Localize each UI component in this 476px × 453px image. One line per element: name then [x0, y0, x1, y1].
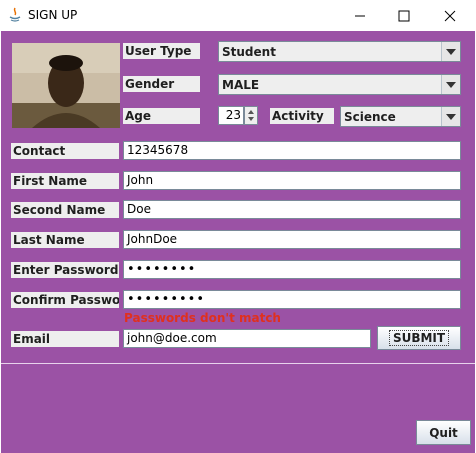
- profile-photo-image: [12, 43, 120, 128]
- gender-value: MALE: [222, 78, 260, 92]
- last-name-label: Last Name: [11, 232, 119, 248]
- gender-select[interactable]: MALE: [218, 74, 461, 95]
- maximize-button[interactable]: [382, 0, 426, 31]
- quit-button[interactable]: Quit: [416, 420, 471, 445]
- minimize-icon: [355, 15, 365, 16]
- email-field[interactable]: john@doe.com: [123, 329, 371, 348]
- submit-button-label: SUBMIT: [388, 330, 450, 346]
- java-app-icon: [9, 7, 21, 22]
- first-name-field[interactable]: John: [123, 171, 461, 190]
- confirm-password-field[interactable]: •••••••••: [123, 290, 461, 309]
- signup-panel: User Type Student Gender MALE Age 23 Act…: [1, 31, 475, 453]
- first-name-label: First Name: [11, 173, 119, 189]
- user-type-select[interactable]: Student: [218, 41, 461, 62]
- chevron-down-icon[interactable]: [441, 75, 460, 94]
- submit-button[interactable]: SUBMIT: [377, 326, 461, 350]
- chevron-down-icon[interactable]: [441, 42, 460, 61]
- gender-label: Gender: [123, 76, 200, 92]
- enter-password-field[interactable]: ••••••••: [123, 260, 461, 279]
- divider: [1, 363, 475, 364]
- activity-value: Science: [344, 110, 396, 124]
- chevron-down-icon[interactable]: [441, 107, 460, 126]
- window-title: SIGN UP: [28, 8, 78, 22]
- second-name-label: Second Name: [11, 202, 119, 218]
- confirm-password-label: Confirm Password: [11, 292, 119, 308]
- maximize-icon: [398, 10, 410, 21]
- email-label: Email: [11, 331, 119, 347]
- title-bar: SIGN UP: [0, 0, 476, 31]
- user-type-value: Student: [222, 45, 276, 59]
- age-spinner[interactable]: [244, 106, 258, 125]
- second-name-field[interactable]: Doe: [123, 200, 461, 219]
- close-icon: [444, 10, 456, 21]
- user-type-label: User Type: [123, 43, 200, 59]
- enter-password-label: Enter Password: [11, 262, 119, 278]
- spinner-arrows-icon[interactable]: [245, 107, 257, 124]
- activity-label: Activity: [270, 108, 334, 124]
- activity-select[interactable]: Science: [340, 106, 461, 127]
- password-error-message: Passwords don't match: [124, 311, 281, 325]
- contact-label: Contact: [11, 143, 119, 159]
- last-name-field[interactable]: JohnDoe: [123, 230, 461, 249]
- age-spinner-field[interactable]: 23: [218, 106, 244, 125]
- age-label: Age: [123, 108, 200, 124]
- contact-field[interactable]: 12345678: [123, 141, 461, 160]
- minimize-button[interactable]: [338, 0, 382, 31]
- profile-photo: [12, 43, 120, 128]
- close-button[interactable]: [428, 0, 472, 31]
